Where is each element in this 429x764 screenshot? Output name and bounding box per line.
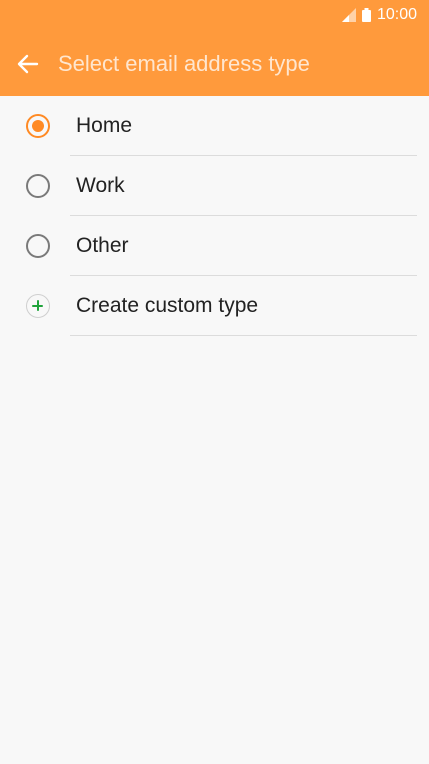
page-title: Select email address type (58, 51, 310, 76)
plus-circle-icon (26, 294, 50, 318)
option-other[interactable]: Other (0, 216, 429, 276)
title-row: Select email address type (0, 38, 429, 90)
option-list: Home Work Other Create custom type (0, 96, 429, 336)
create-custom-type-label: Create custom type (76, 294, 259, 317)
radio-unselected-icon[interactable] (26, 174, 50, 198)
back-button[interactable] (0, 38, 56, 90)
option-label: Work (76, 174, 125, 197)
signal-icon (341, 8, 356, 22)
option-home[interactable]: Home (0, 96, 429, 156)
arrow-left-icon (17, 54, 39, 74)
divider (70, 335, 417, 336)
option-work[interactable]: Work (0, 156, 429, 216)
app-header: 10:00 Select email address type (0, 0, 429, 96)
status-bar: 10:00 (341, 0, 417, 30)
option-label: Other (76, 234, 129, 257)
option-label: Home (76, 114, 133, 137)
create-custom-type-button[interactable]: Create custom type (0, 276, 429, 336)
radio-unselected-icon[interactable] (26, 234, 50, 258)
status-time: 10:00 (376, 6, 417, 23)
radio-selected-icon[interactable] (26, 114, 50, 138)
battery-icon (361, 8, 371, 22)
